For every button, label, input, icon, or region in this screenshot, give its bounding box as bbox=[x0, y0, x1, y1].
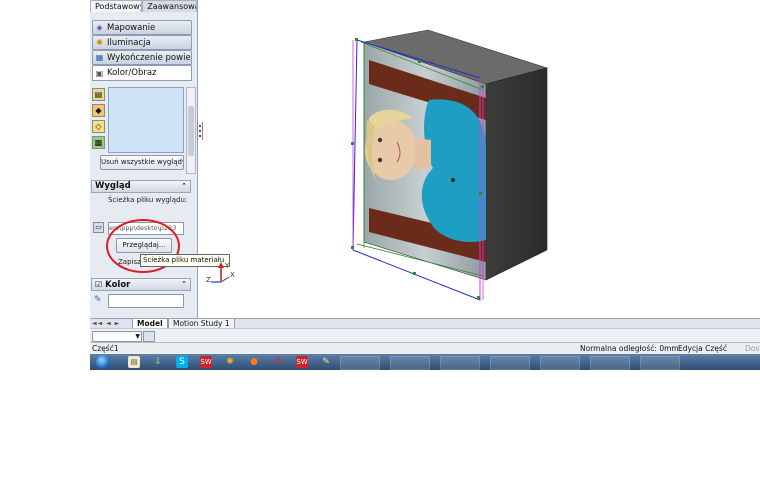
subtab-label: Iluminacja bbox=[107, 37, 151, 48]
configuration-row: ▼ bbox=[90, 328, 760, 343]
solidworks-icon[interactable]: SW bbox=[200, 356, 212, 368]
taskbar-window[interactable] bbox=[390, 356, 430, 370]
panel-scrollbar[interactable] bbox=[186, 87, 196, 174]
color-image-icon: ▣ bbox=[95, 68, 104, 78]
color-field[interactable] bbox=[108, 294, 184, 308]
chevron-down-icon: ▼ bbox=[135, 333, 140, 340]
tab-basic[interactable]: Podstawowy bbox=[90, 0, 143, 12]
appearance-path-label: Ścieżka pliku wyglądu: bbox=[108, 196, 188, 204]
paint-icon[interactable]: ✎ bbox=[320, 356, 332, 368]
configuration-button[interactable] bbox=[143, 331, 155, 342]
subtab-illumination[interactable]: ✺ Iluminacja bbox=[92, 35, 192, 50]
solidworks-window-icon[interactable]: SW bbox=[296, 356, 308, 368]
taskbar-window[interactable] bbox=[440, 356, 480, 370]
axis-y-label: Y bbox=[224, 262, 230, 270]
appearance-section-title: Wygląd bbox=[95, 181, 131, 191]
subtab-label: Wykończenie powierz... bbox=[107, 52, 191, 63]
windows-taskbar: ▤ ⇩ S SW ✺ ● O SW ✎ bbox=[90, 354, 760, 370]
subtab-mapping[interactable]: ◈ Mapowanie bbox=[92, 20, 192, 35]
taskbar-window[interactable] bbox=[640, 356, 680, 370]
color-section-title: Kolor bbox=[105, 280, 131, 290]
part-icon[interactable]: ▤ bbox=[92, 88, 105, 101]
illumination-icon: ✺ bbox=[96, 38, 103, 47]
configuration-dropdown[interactable]: ▼ bbox=[92, 331, 142, 342]
surface-finish-icon: ▦ bbox=[95, 53, 104, 62]
taskbar-window[interactable] bbox=[490, 356, 530, 370]
subtab-surface-finish[interactable]: ▦ Wykończenie powierz... bbox=[92, 50, 192, 65]
scrollbar-thumb[interactable] bbox=[188, 106, 194, 156]
appearance-file-icon: ▭ bbox=[93, 222, 104, 233]
axis-x-label: X bbox=[230, 271, 235, 279]
firefox-icon[interactable]: ● bbox=[248, 356, 260, 368]
top-tabs: Podstawowy Zaawansowa bbox=[90, 0, 197, 12]
property-manager-panel: Podstawowy Zaawansowa ◈ Mapowanie ✺ Ilum… bbox=[90, 0, 230, 318]
opera-icon[interactable]: O bbox=[272, 356, 284, 368]
subtab-label: Kolor/Obraz bbox=[107, 68, 157, 78]
color-checkbox[interactable]: ☑ bbox=[95, 280, 102, 289]
collapse-icon[interactable]: ⌃ bbox=[181, 279, 187, 290]
axis-z-label: Z bbox=[206, 276, 211, 284]
appearance-target-list[interactable] bbox=[108, 87, 184, 153]
subtab-label: Mapowanie bbox=[107, 22, 156, 33]
settings-gear-icon[interactable]: ✺ bbox=[224, 356, 236, 368]
collapse-icon[interactable]: ⌃ bbox=[181, 181, 187, 192]
solidworks-window: Podstawowy Zaawansowa ◈ Mapowanie ✺ Ilum… bbox=[90, 0, 760, 370]
taskbar-window[interactable] bbox=[340, 356, 380, 370]
body-icon[interactable]: ◇ bbox=[92, 120, 105, 133]
download-icon[interactable]: ⇩ bbox=[152, 356, 164, 368]
tab-nav-arrows[interactable]: ◄◄ ◄ ► ►► bbox=[92, 320, 130, 335]
box-side-face[interactable] bbox=[485, 67, 548, 281]
axis-triad: Z Y X bbox=[206, 262, 235, 284]
skype-icon[interactable]: S bbox=[176, 356, 188, 368]
remove-all-appearances-button[interactable]: Usuń wszystkie wyglądy bbox=[100, 155, 184, 170]
model-view[interactable]: Z Y X bbox=[201, 0, 760, 318]
taskbar-window[interactable] bbox=[540, 356, 580, 370]
mapping-icon: ◈ bbox=[96, 23, 103, 32]
graphics-area[interactable]: Z Y X bbox=[201, 0, 760, 318]
color-section-header[interactable]: ☑ Kolor ⌃ bbox=[91, 278, 191, 291]
eyedropper-icon[interactable]: ✎ bbox=[94, 295, 104, 305]
feature-icon[interactable]: ◆ bbox=[92, 104, 105, 117]
tab-advanced[interactable]: Zaawansowa bbox=[142, 0, 197, 12]
file-explorer-icon[interactable]: ▤ bbox=[128, 356, 140, 368]
subtab-color-image[interactable]: ▣ Kolor/Obraz bbox=[92, 65, 192, 81]
taskbar-window[interactable] bbox=[590, 356, 630, 370]
face-icon[interactable]: ▩ bbox=[92, 136, 105, 149]
appearance-section-header[interactable]: Wygląd ⌃ bbox=[91, 180, 191, 193]
start-button-icon[interactable] bbox=[96, 355, 110, 369]
